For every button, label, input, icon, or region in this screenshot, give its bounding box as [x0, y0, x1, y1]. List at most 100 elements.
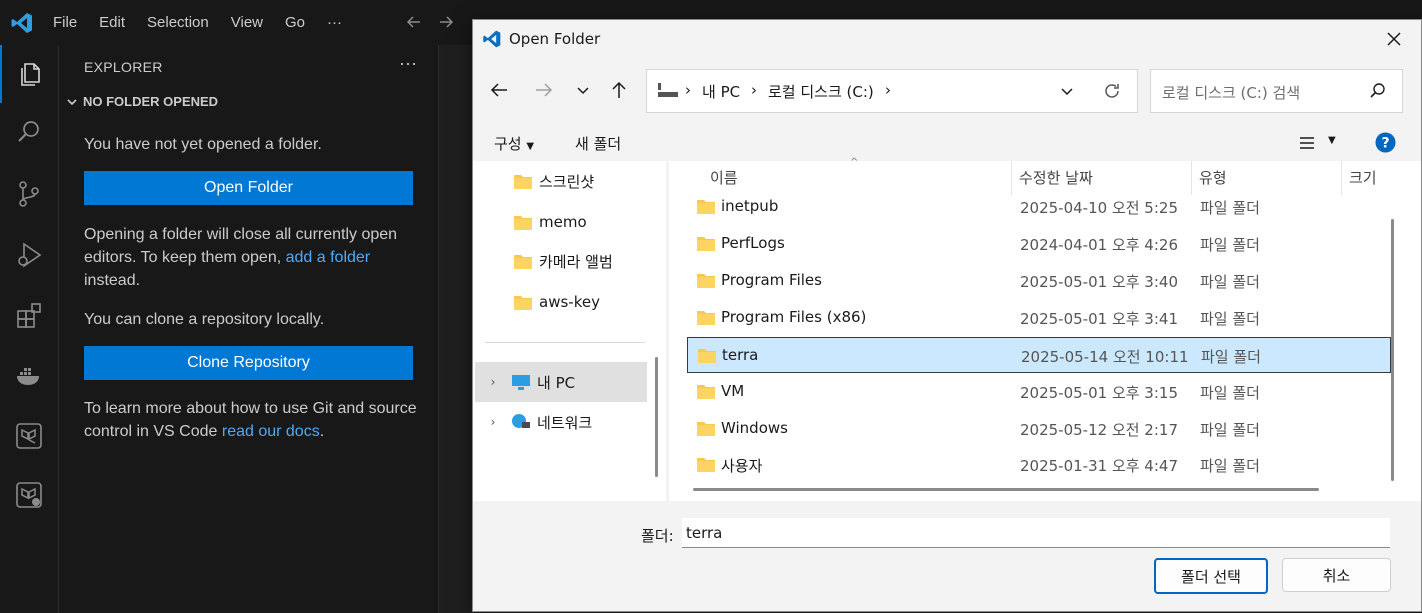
breadcrumb-separator: ›: [685, 81, 691, 99]
computer-icon: [512, 375, 530, 390]
close-icon[interactable]: [1383, 28, 1405, 50]
table-row[interactable]: Program Files (x86) 2025-05-01 오후 3:41 파…: [687, 300, 1391, 336]
activity-explorer[interactable]: [0, 45, 60, 103]
view-options-icon[interactable]: [1298, 135, 1316, 151]
clone-repository-button[interactable]: Clone Repository: [84, 346, 413, 380]
sort-ascending-icon: ^: [850, 157, 859, 168]
activity-run-debug[interactable]: [0, 226, 58, 284]
read-docs-link[interactable]: read our docs: [222, 423, 320, 440]
activity-terraform[interactable]: [0, 407, 58, 465]
nav-divider: [485, 342, 645, 343]
folder-icon: [697, 422, 715, 436]
nav-scrollbar[interactable]: [655, 357, 658, 477]
row-type: 파일 폴더: [1200, 199, 1260, 217]
table-row[interactable]: Windows 2025-05-12 오전 2:17 파일 폴더: [687, 411, 1391, 447]
no-folder-text: You have not yet opened a folder.: [84, 136, 322, 153]
folder-icon: [697, 385, 715, 399]
menu-selection[interactable]: Selection: [136, 14, 220, 31]
no-folder-section-header[interactable]: NO FOLDER OPENED: [65, 94, 218, 109]
nav-item-memo[interactable]: memo: [513, 202, 687, 242]
column-modified[interactable]: 수정한 날짜: [1019, 167, 1093, 188]
table-row[interactable]: PerfLogs 2024-04-01 오후 4:26 파일 폴더: [687, 226, 1391, 262]
nav-item-aws-key[interactable]: aws-key: [513, 282, 687, 322]
folder-icon: [697, 237, 715, 251]
column-type[interactable]: 유형: [1199, 167, 1227, 188]
row-date: 2025-05-01 오후 3:40: [1020, 273, 1178, 291]
folder-icon: [514, 175, 532, 189]
chevron-right-icon[interactable]: ›: [475, 415, 511, 429]
row-date: 2025-05-14 오전 10:11: [1021, 348, 1189, 366]
menu-go[interactable]: Go: [274, 14, 316, 31]
organize-button[interactable]: 구성 ▼: [494, 133, 534, 154]
file-list-vertical-scrollbar[interactable]: [1391, 219, 1394, 481]
chevron-down-icon[interactable]: [1057, 81, 1077, 101]
nav-item-this-pc[interactable]: › 내 PC: [475, 362, 647, 402]
folder-icon: [698, 349, 716, 363]
source-control-icon: [19, 181, 39, 207]
up-arrow-icon[interactable]: [607, 78, 631, 102]
menu-view[interactable]: View: [220, 14, 274, 31]
menu-edit[interactable]: Edit: [88, 14, 136, 31]
row-date: 2025-05-01 오후 3:41: [1020, 310, 1178, 328]
chevron-right-icon[interactable]: ›: [475, 375, 511, 389]
help-label: ?: [1381, 136, 1389, 152]
nav-label: 내 PC: [537, 373, 576, 392]
dialog-title: Open Folder: [509, 30, 601, 48]
open-folder-button[interactable]: Open Folder: [84, 171, 413, 205]
refresh-icon[interactable]: [1102, 81, 1122, 101]
forward-arrow-icon[interactable]: [436, 12, 456, 32]
activity-docker[interactable]: [0, 347, 58, 405]
nav-item-screenshots[interactable]: 스크린샷: [513, 161, 687, 201]
breadcrumb-this-pc[interactable]: 내 PC: [702, 81, 740, 102]
opening-folder-text-b: instead.: [84, 272, 141, 289]
explorer-more-actions[interactable]: ···: [399, 53, 417, 74]
activity-extensions[interactable]: [0, 287, 58, 345]
address-bar[interactable]: › 내 PC › 로컬 디스크 (C:) ›: [646, 69, 1138, 113]
folder-name-input[interactable]: [682, 518, 1390, 548]
column-name[interactable]: 이름: [710, 167, 738, 188]
dialog-title-bar: Open Folder: [473, 20, 1421, 58]
nav-item-camera-roll[interactable]: 카메라 앨범: [513, 241, 687, 281]
file-list-horizontal-scrollbar[interactable]: [693, 488, 1319, 491]
column-size[interactable]: 크기: [1349, 167, 1377, 188]
table-row[interactable]: VM 2025-05-01 오후 3:15 파일 폴더: [687, 374, 1391, 410]
menu-bar: File Edit Selection View Go ···: [42, 0, 353, 45]
nav-label: memo: [539, 213, 587, 231]
nav-item-network[interactable]: › 네트워크: [475, 402, 649, 442]
table-row-selected[interactable]: terra 2025-05-14 오전 10:11 파일 폴더: [687, 337, 1391, 373]
organize-label: 구성: [494, 135, 522, 153]
forward-arrow-icon[interactable]: [532, 78, 556, 102]
new-folder-button[interactable]: 새 폴더: [575, 133, 621, 154]
terraform-cloud-icon: [16, 482, 42, 508]
this-pc-icon: [658, 83, 678, 97]
activity-bar: [0, 45, 59, 613]
row-date: 2025-04-10 오전 5:25: [1020, 199, 1178, 217]
search-input[interactable]: 로컬 디스크 (C:) 검색: [1150, 69, 1403, 113]
nav-label: aws-key: [539, 293, 600, 311]
activity-source-control[interactable]: [0, 165, 58, 223]
activity-search[interactable]: [0, 103, 58, 161]
navigation-pane: 스크린샷 memo 카메라 앨범 aws-key › 내 PC › 네트워크: [473, 161, 666, 501]
chevron-down-icon[interactable]: [571, 78, 595, 102]
address-row: › 내 PC › 로컬 디스크 (C:) › 로컬 디스크 (C:) 검색: [473, 66, 1421, 113]
back-arrow-icon[interactable]: [487, 78, 511, 102]
menu-file[interactable]: File: [42, 14, 88, 31]
folder-label: 폴더:: [641, 527, 674, 545]
row-name: Program Files (x86): [721, 308, 867, 326]
back-arrow-icon[interactable]: [404, 12, 424, 32]
row-name: Windows: [721, 419, 788, 437]
table-row[interactable]: inetpub 2025-04-10 오전 5:25 파일 폴더: [687, 189, 1391, 225]
table-row[interactable]: 사용자 2025-01-31 오후 4:47 파일 폴더: [687, 447, 1391, 483]
git-docs-text-b: .: [319, 423, 325, 440]
table-row[interactable]: Program Files 2025-05-01 오후 3:40 파일 폴더: [687, 263, 1391, 299]
caret-down-icon[interactable]: ▼: [1328, 135, 1336, 146]
breadcrumb-local-disk[interactable]: 로컬 디스크 (C:): [768, 81, 874, 102]
help-icon[interactable]: ?: [1375, 132, 1396, 153]
cancel-button[interactable]: 취소: [1282, 558, 1391, 592]
activity-terraform-cloud[interactable]: [0, 466, 58, 524]
add-folder-link[interactable]: add a folder: [286, 249, 371, 266]
select-folder-button[interactable]: 폴더 선택: [1154, 558, 1268, 594]
clone-text: You can clone a repository locally.: [84, 311, 325, 328]
menu-more[interactable]: ···: [316, 14, 353, 31]
search-placeholder: 로컬 디스크 (C:) 검색: [1162, 84, 1301, 102]
